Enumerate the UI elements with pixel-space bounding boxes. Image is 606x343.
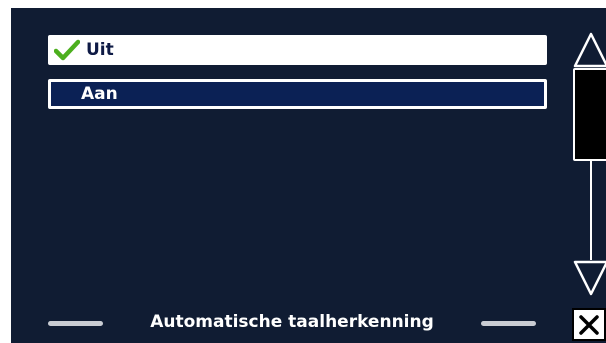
close-icon bbox=[579, 314, 599, 335]
triangle-up-icon[interactable] bbox=[573, 32, 606, 68]
option-aan[interactable]: Aan bbox=[48, 79, 547, 109]
option-label: Uit bbox=[86, 40, 114, 60]
checkmark-icon bbox=[54, 39, 80, 61]
option-uit[interactable]: Uit bbox=[48, 35, 547, 65]
scroll-thumb[interactable] bbox=[573, 68, 606, 161]
option-label: Aan bbox=[81, 84, 118, 104]
triangle-down-icon[interactable] bbox=[573, 260, 606, 296]
settings-screen: Uit Aan Automatische taalherkenning bbox=[11, 8, 606, 343]
close-button[interactable] bbox=[572, 308, 606, 341]
footer-dash-right bbox=[481, 321, 536, 326]
